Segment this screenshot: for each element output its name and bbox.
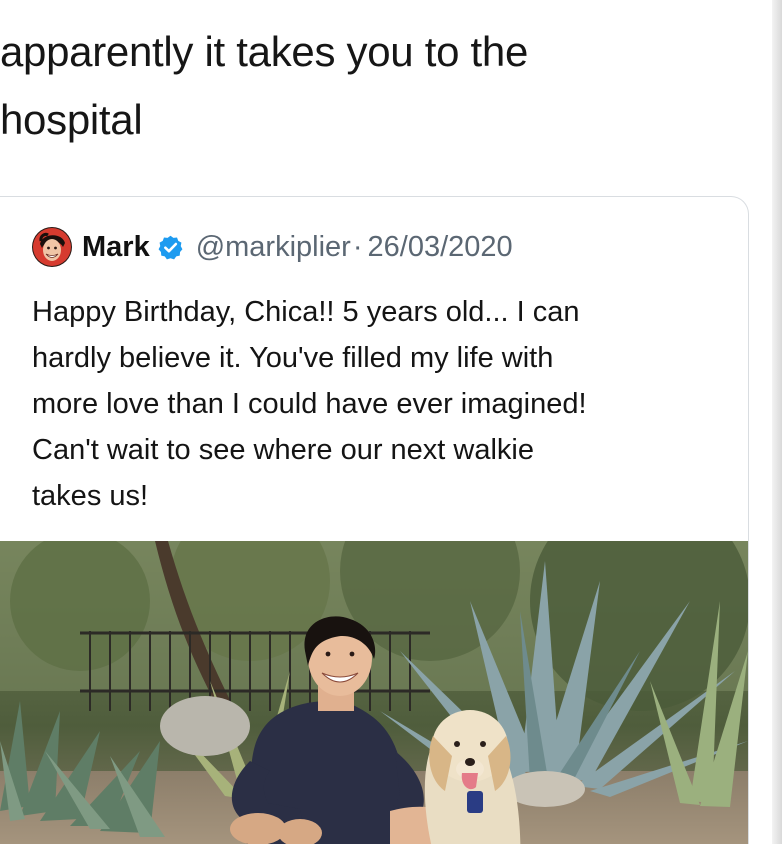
tweet-date[interactable]: 26/03/2020 xyxy=(368,231,513,264)
verified-badge-icon xyxy=(158,235,183,259)
tweet-text-line: Can't wait to see where our next walkie xyxy=(32,434,535,466)
post-caption: apparently it takes you to the hospital xyxy=(0,18,720,154)
tweet-text-line: Happy Birthday, Chica!! 5 years old... I… xyxy=(32,296,580,328)
photo-man-with-dog xyxy=(0,541,748,844)
tweet-photo[interactable] xyxy=(0,541,748,844)
window-edge xyxy=(772,0,782,844)
tweet-text-line: hardly believe it. You've filled my life… xyxy=(32,342,554,374)
tweet-text: Happy Birthday, Chica!! 5 years old... I… xyxy=(32,289,722,519)
caption-line-1: apparently it takes you to the xyxy=(0,28,528,75)
avatar-image xyxy=(32,227,72,267)
caption-line-2: hospital xyxy=(0,96,143,143)
tweet-text-line: more love than I could have ever imagine… xyxy=(32,388,587,420)
avatar[interactable] xyxy=(32,227,72,267)
separator-dot: · xyxy=(352,230,363,263)
tweet-text-line: takes us! xyxy=(32,480,149,512)
quoted-tweet-card[interactable]: Mark @markiplier · 26/03/2020 Happy Birt… xyxy=(0,196,749,844)
handle[interactable]: @markiplier xyxy=(196,231,351,264)
screenshot-page: apparently it takes you to the hospital … xyxy=(0,0,782,844)
display-name[interactable]: Mark xyxy=(82,231,150,264)
quoted-tweet-header: Mark @markiplier · 26/03/2020 xyxy=(32,227,513,267)
